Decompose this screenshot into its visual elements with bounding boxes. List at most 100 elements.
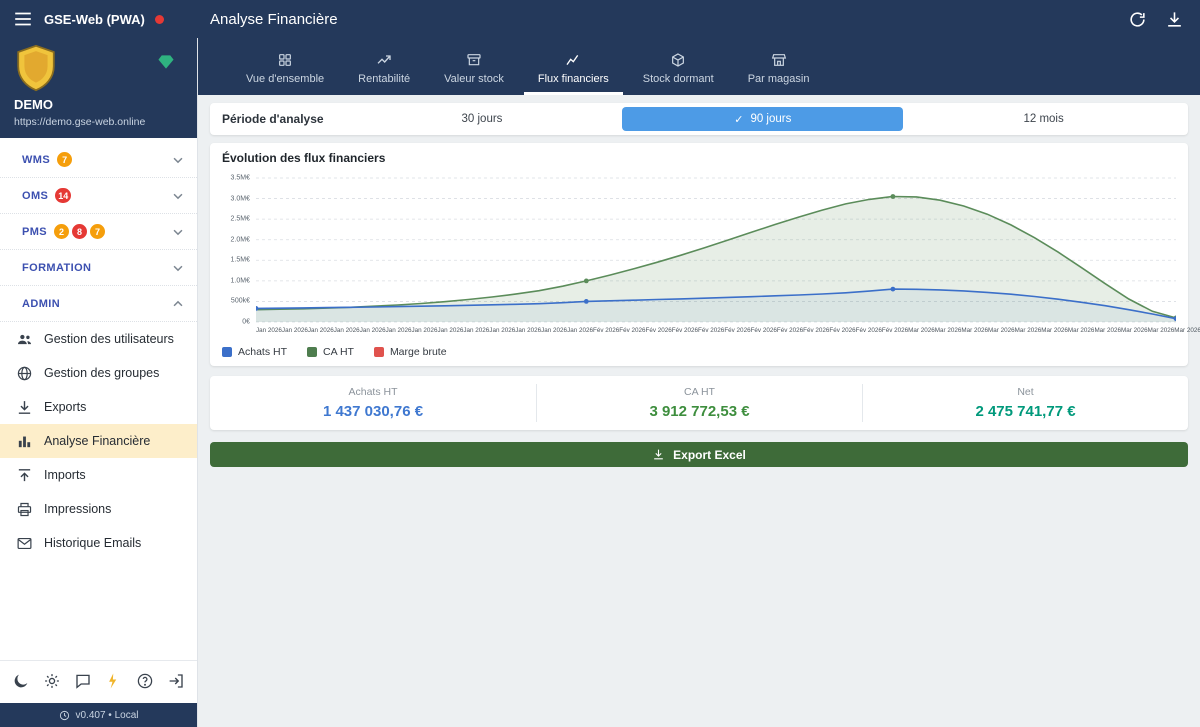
chart-title: Évolution des flux financiers: [222, 151, 1176, 165]
chart-x-axis: Jan 2026Jan 2026Jan 2026Jan 2026Jan 2026…: [256, 327, 1176, 336]
summary-label: CA HT: [537, 386, 862, 398]
chart-canvas: [256, 173, 1176, 325]
sidebar-admin-items: Gestion des utilisateursGestion des grou…: [0, 322, 197, 560]
sidebar-section-pms[interactable]: PMS 287: [0, 214, 197, 250]
period-option-12-mois[interactable]: 12 mois: [903, 107, 1184, 131]
tab-label: Flux financiers: [538, 73, 609, 85]
x-tick-label: Mar 2026: [961, 327, 988, 336]
section-badges: 7: [57, 152, 72, 167]
tab-flux-financiers[interactable]: Flux financiers: [524, 38, 623, 95]
y-tick-label: 2.0M€: [231, 236, 250, 243]
legend-item-marge-brute[interactable]: Marge brute: [374, 346, 447, 358]
x-tick-label: Jan 2026: [567, 327, 593, 336]
tab-vue-d-ensemble[interactable]: Vue d'ensemble: [232, 38, 338, 95]
sidebar-section-wms[interactable]: WMS 7: [0, 142, 197, 178]
sidebar-menu: WMS 7 OMS14 PMS 287 FORMATIONADMIN Gestion de…: [0, 138, 197, 660]
sidebar-item-imports[interactable]: Imports: [0, 458, 197, 492]
top-bar: GSE-Web (PWA) Analyse Financière: [0, 0, 1200, 38]
tab-stock-dormant[interactable]: Stock dormant: [629, 38, 728, 95]
hamburger-icon: [12, 8, 34, 30]
logo-row: [14, 44, 183, 92]
summary-value: 2 475 741,77 €: [863, 403, 1188, 420]
download-icon: [1165, 10, 1184, 29]
help-icon: [136, 672, 154, 690]
legend-item-ca-ht[interactable]: CA HT: [307, 346, 354, 358]
top-bar-main: Analyse Financière: [198, 10, 1200, 29]
chat-button[interactable]: [73, 672, 93, 692]
x-tick-label: Mar 2026: [1148, 327, 1175, 336]
moon-button[interactable]: [11, 672, 31, 692]
sidebar-item-exports[interactable]: Exports: [0, 390, 197, 424]
sidebar-item-analyse-financiere[interactable]: Analyse Financière: [0, 424, 197, 458]
sidebar-item-gestion-des-groupes[interactable]: Gestion des groupes: [0, 356, 197, 390]
refresh-icon: [1128, 10, 1147, 29]
trend-up-icon: [376, 52, 392, 68]
x-tick-label: Fév 2026: [724, 327, 750, 336]
sidebar-item-impressions[interactable]: Impressions: [0, 492, 197, 526]
download-icon: [652, 448, 665, 461]
chevron-up-icon: [171, 297, 185, 311]
summary-value: 1 437 030,76 €: [210, 403, 536, 420]
period-option-30-jours[interactable]: 30 jours: [342, 107, 623, 131]
legend-item-achats-ht[interactable]: Achats HT: [222, 346, 287, 358]
sidebar-item-historique-emails[interactable]: Historique Emails: [0, 526, 197, 560]
x-tick-label: Mar 2026: [1121, 327, 1148, 336]
sidebar-section-oms[interactable]: OMS14: [0, 178, 197, 214]
section-chevron: [171, 189, 185, 203]
body-row: DEMO https://demo.gse-web.online WMS 7 OMS…: [0, 38, 1200, 727]
x-tick-label: Fév 2026: [646, 327, 672, 336]
x-tick-label: Mar 2026: [1174, 327, 1200, 336]
section-label: WMS: [22, 154, 50, 166]
sidebar-footer: v0.407 • Local: [0, 703, 197, 727]
sidebar-item-gestion-des-utilisateurs[interactable]: Gestion des utilisateurs: [0, 322, 197, 356]
x-tick-label: Mar 2026: [988, 327, 1015, 336]
summary-label: Achats HT: [210, 386, 536, 398]
refresh-button[interactable]: [1128, 10, 1147, 29]
x-tick-label: Jan 2026: [360, 327, 386, 336]
x-tick-label: Mar 2026: [1015, 327, 1042, 336]
store-icon: [771, 52, 787, 68]
sidebar-section-formation[interactable]: FORMATION: [0, 250, 197, 286]
grid-icon: [277, 52, 293, 68]
chevron-down-icon: [171, 189, 185, 203]
x-tick-label: Fév 2026: [829, 327, 855, 336]
menu-toggle-button[interactable]: [12, 8, 34, 30]
section-label: PMS: [22, 226, 47, 238]
section-badges: 287: [54, 224, 105, 239]
y-tick-label: 0€: [242, 319, 250, 326]
period-option-90-jours[interactable]: ✓90 jours: [622, 107, 903, 131]
period-option-label: 30 jours: [462, 113, 503, 125]
chevron-down-icon: [171, 153, 185, 167]
sidebar-section-admin[interactable]: ADMIN: [0, 286, 197, 322]
x-tick-label: Fév 2026: [856, 327, 882, 336]
environment-url-link[interactable]: https://demo.gse-web.online: [14, 116, 183, 128]
legend-swatch: [222, 347, 232, 357]
lightning-button[interactable]: [104, 672, 124, 692]
tab-rentabilite[interactable]: Rentabilité: [344, 38, 424, 95]
export-button-label: Export Excel: [673, 448, 746, 462]
legend-label: Achats HT: [238, 346, 287, 358]
x-tick-label: Jan 2026: [386, 327, 412, 336]
count-badge: 8: [72, 224, 87, 239]
tabs-bar: Vue d'ensembleRentabilitéValeur stock Flu…: [198, 38, 1200, 95]
x-tick-label: Jan 2026: [412, 327, 438, 336]
tab-valeur-stock[interactable]: Valeur stock: [430, 38, 518, 95]
x-tick-label: Fév 2026: [619, 327, 645, 336]
export-excel-button[interactable]: Export Excel: [210, 442, 1188, 467]
shield-logo: [14, 44, 58, 92]
gem-icon: [157, 54, 175, 70]
x-tick-label: Fév 2026: [777, 327, 803, 336]
y-tick-label: 1.0M€: [231, 277, 250, 284]
sidebar: DEMO https://demo.gse-web.online WMS 7 OMS…: [0, 38, 198, 727]
help-button[interactable]: [135, 672, 155, 692]
environment-name: DEMO: [14, 97, 183, 112]
sidebar-toolbar: [0, 660, 197, 703]
gear-button[interactable]: [42, 672, 62, 692]
x-tick-label: Jan 2026: [334, 327, 360, 336]
section-chevron: [171, 225, 185, 239]
environment-block: DEMO https://demo.gse-web.online: [0, 38, 197, 138]
tab-par-magasin[interactable]: Par magasin: [734, 38, 824, 95]
moon-icon: [12, 672, 30, 690]
logout-button[interactable]: [166, 672, 186, 692]
download-button[interactable]: [1165, 10, 1184, 29]
